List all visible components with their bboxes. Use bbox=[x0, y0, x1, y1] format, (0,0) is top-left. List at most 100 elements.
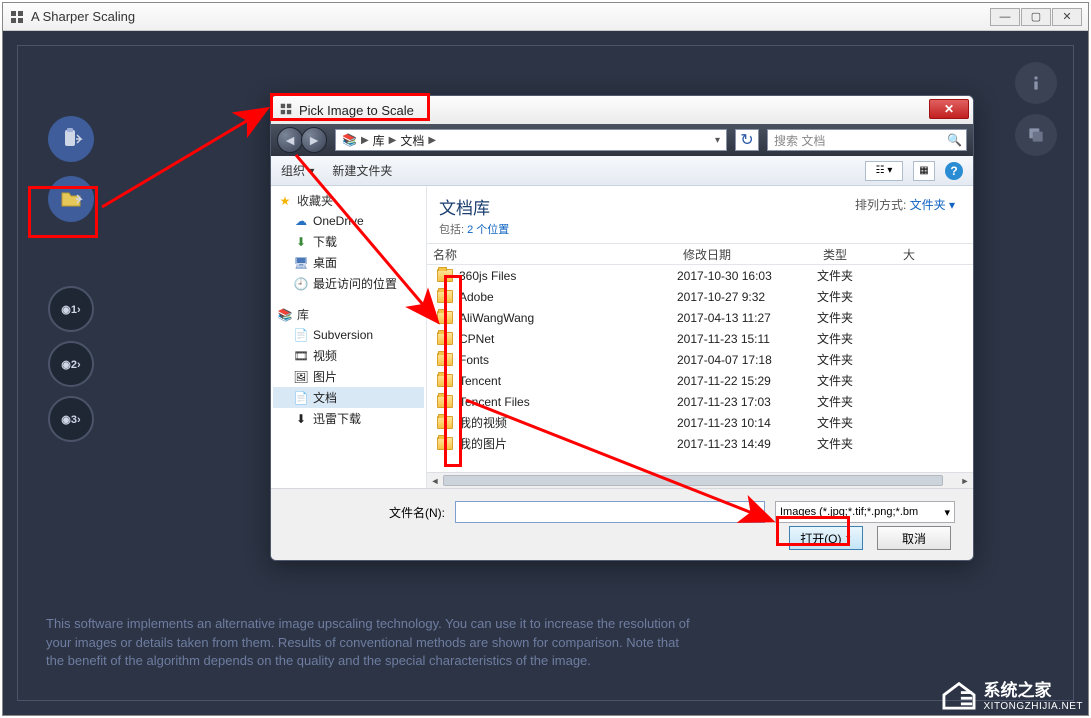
sort-by[interactable]: 排列方式: 文件夹 ▾ bbox=[855, 196, 955, 213]
refresh-button[interactable]: ↻ bbox=[735, 129, 759, 151]
file-row[interactable]: 我的图片2017-11-23 14:49文件夹 bbox=[427, 433, 973, 454]
preview-pane-button[interactable]: ▦ bbox=[913, 161, 935, 181]
file-row[interactable]: CPNet 2017-11-23 15:11文件夹 bbox=[427, 328, 973, 349]
app-title: A Sharper Scaling bbox=[31, 9, 135, 24]
tree-item-desktop[interactable]: 🖥桌面 bbox=[273, 252, 424, 273]
open-file-button[interactable] bbox=[48, 176, 94, 222]
horizontal-scrollbar[interactable]: ◄ ► bbox=[427, 472, 973, 488]
file-date: 2017-04-07 17:18 bbox=[677, 353, 817, 367]
folder-icon bbox=[437, 416, 453, 429]
breadcrumb-seg[interactable]: 文档 bbox=[400, 132, 424, 149]
new-folder-button[interactable]: 新建文件夹 bbox=[332, 162, 392, 179]
open-button[interactable]: 打开(O) ▼ bbox=[789, 526, 863, 550]
star-icon: ★ bbox=[277, 193, 293, 209]
file-row[interactable]: Tencent Files2017-11-23 17:03文件夹 bbox=[427, 391, 973, 412]
locations-link[interactable]: 2 个位置 bbox=[467, 224, 509, 236]
close-button[interactable]: ✕ bbox=[1052, 8, 1082, 26]
breadcrumb[interactable]: 📚 ▶ 库 ▶ 文档 ▶ ▾ bbox=[335, 129, 727, 151]
search-icon: 🔍 bbox=[947, 133, 962, 147]
video-icon: 🎞 bbox=[293, 348, 309, 364]
breadcrumb-seg[interactable]: 库 bbox=[373, 132, 385, 149]
file-date: 2017-11-23 17:03 bbox=[677, 395, 817, 409]
breadcrumb-dropdown-icon[interactable]: ▾ bbox=[715, 135, 720, 146]
watermark-logo-icon bbox=[940, 678, 978, 710]
nav-back-button[interactable]: ◄ bbox=[277, 127, 303, 153]
file-date: 2017-10-27 9:32 bbox=[677, 290, 817, 304]
file-date: 2017-11-23 14:49 bbox=[677, 437, 817, 451]
scroll-thumb[interactable] bbox=[443, 475, 943, 486]
layers-button[interactable] bbox=[1015, 114, 1057, 156]
watermark-url: XITONGZHIJIA.NET bbox=[984, 701, 1084, 712]
col-date[interactable]: 修改日期 bbox=[677, 246, 817, 263]
filename-input[interactable] bbox=[455, 501, 765, 523]
paste-button[interactable] bbox=[48, 116, 94, 162]
file-type: 文件夹 bbox=[817, 372, 897, 389]
file-row[interactable]: AliWangWang2017-04-13 11:27文件夹 bbox=[427, 307, 973, 328]
file-row[interactable]: 360js Files2017-10-30 16:03文件夹 bbox=[427, 265, 973, 286]
tree-item-documents[interactable]: 📄文档 bbox=[273, 387, 424, 408]
tree-item-onedrive[interactable]: ☁OneDrive bbox=[273, 211, 424, 231]
file-type: 文件夹 bbox=[817, 435, 897, 452]
col-type[interactable]: 类型 bbox=[817, 246, 897, 263]
minimize-button[interactable]: — bbox=[990, 8, 1020, 26]
download-icon: ⬇ bbox=[293, 411, 309, 427]
scroll-left-icon[interactable]: ◄ bbox=[427, 473, 443, 489]
preview-1-button[interactable]: ◉1› bbox=[48, 286, 94, 332]
tree-item-downloads[interactable]: ⬇下载 bbox=[273, 231, 424, 252]
doc-icon: 📄 bbox=[293, 390, 309, 406]
search-input[interactable]: 搜索 文档 🔍 bbox=[767, 129, 967, 151]
file-type: 文件夹 bbox=[817, 309, 897, 326]
file-type: 文件夹 bbox=[817, 267, 897, 284]
picture-icon: 🖼 bbox=[293, 369, 309, 385]
doc-icon: 📄 bbox=[293, 327, 309, 343]
column-headers: 名称 修改日期 类型 大 bbox=[427, 243, 973, 265]
tree-item-recent[interactable]: 🕘最近访问的位置 bbox=[273, 273, 424, 294]
dialog-footer: 文件名(N): Images (*.jpg;*.tif;*.png;*.bm ▾… bbox=[271, 488, 973, 561]
folder-icon bbox=[437, 311, 453, 324]
tree-item-videos[interactable]: 🎞视频 bbox=[273, 345, 424, 366]
organize-menu[interactable]: 组织 ▾ bbox=[281, 162, 314, 179]
folder-icon bbox=[437, 395, 453, 408]
info-button[interactable] bbox=[1015, 62, 1057, 104]
file-date: 2017-11-23 10:14 bbox=[677, 416, 817, 430]
sort-value[interactable]: 文件夹 ▾ bbox=[910, 198, 955, 212]
help-button[interactable]: ? bbox=[945, 162, 963, 180]
file-list: 360js Files2017-10-30 16:03文件夹Adobe2017-… bbox=[427, 265, 973, 472]
maximize-button[interactable]: ▢ bbox=[1021, 8, 1051, 26]
file-date: 2017-11-23 15:11 bbox=[677, 332, 817, 346]
col-name[interactable]: 名称 bbox=[427, 246, 677, 263]
tree-favorites-header[interactable]: ★ 收藏夹 bbox=[273, 190, 424, 211]
file-type-filter[interactable]: Images (*.jpg;*.tif;*.png;*.bm ▾ bbox=[775, 501, 955, 523]
file-row[interactable]: Tencent2017-11-22 15:29文件夹 bbox=[427, 370, 973, 391]
tree-item-pictures[interactable]: 🖼图片 bbox=[273, 366, 424, 387]
scroll-right-icon[interactable]: ► bbox=[957, 473, 973, 489]
dialog-close-button[interactable]: ✕ bbox=[929, 99, 969, 119]
dialog-main: ★ 收藏夹 ☁OneDrive ⬇下载 🖥桌面 🕘最近访问的位置 📚 库 📄Su… bbox=[271, 186, 973, 488]
cancel-button[interactable]: 取消 bbox=[877, 526, 951, 550]
file-date: 2017-04-13 11:27 bbox=[677, 311, 817, 325]
tree-libraries-header[interactable]: 📚 库 bbox=[273, 304, 424, 325]
preview-3-button[interactable]: ◉3› bbox=[48, 396, 94, 442]
file-row[interactable]: 我的视频 2017-11-23 10:14文件夹 bbox=[427, 412, 973, 433]
file-name: Fonts bbox=[459, 353, 489, 367]
col-size[interactable]: 大 bbox=[897, 246, 973, 263]
dialog-titlebar: Pick Image to Scale ✕ bbox=[271, 96, 973, 124]
file-type: 文件夹 bbox=[817, 414, 897, 431]
view-mode-button[interactable]: ☷ ▾ bbox=[865, 161, 903, 181]
desktop-icon: 🖥 bbox=[293, 255, 309, 271]
download-icon: ⬇ bbox=[293, 234, 309, 250]
folder-icon bbox=[437, 437, 453, 450]
file-name: CPNet bbox=[459, 332, 494, 346]
nav-forward-button[interactable]: ► bbox=[301, 127, 327, 153]
file-name: 我的视频 bbox=[459, 414, 507, 431]
file-row[interactable]: Adobe2017-10-27 9:32文件夹 bbox=[427, 286, 973, 307]
tree-item-subversion[interactable]: 📄Subversion bbox=[273, 325, 424, 345]
dialog-nav: ◄ ► 📚 ▶ 库 ▶ 文档 ▶ ▾ ↻ 搜索 文档 🔍 bbox=[271, 124, 973, 156]
tree-item-thunder[interactable]: ⬇迅雷下载 bbox=[273, 408, 424, 429]
preview-2-button[interactable]: ◉2› bbox=[48, 341, 94, 387]
file-type: 文件夹 bbox=[817, 330, 897, 347]
file-name: Tencent Files bbox=[459, 395, 530, 409]
library-icon: 📚 bbox=[277, 307, 293, 323]
folder-icon bbox=[437, 353, 453, 366]
file-row[interactable]: Fonts2017-04-07 17:18文件夹 bbox=[427, 349, 973, 370]
